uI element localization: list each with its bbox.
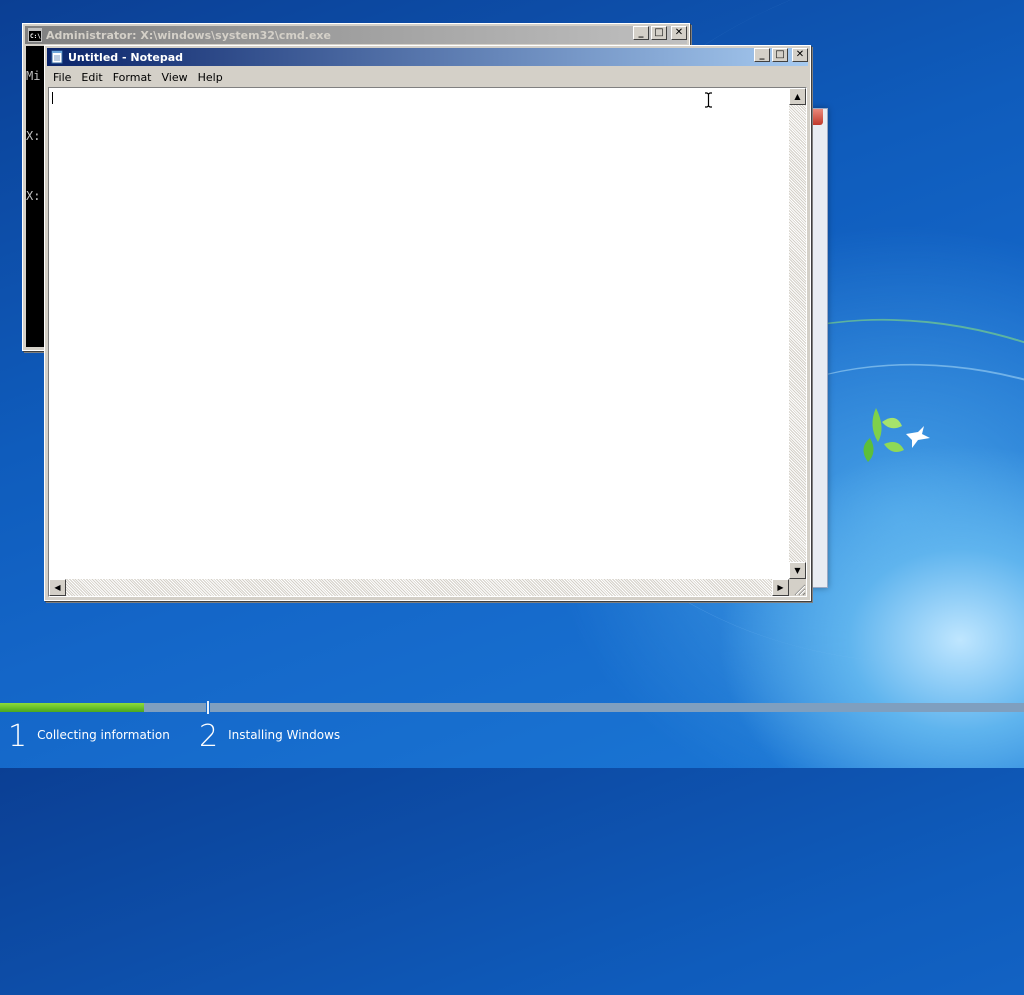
progress-segment-collecting	[0, 703, 206, 712]
horizontal-scrollbar[interactable]: ◀ ▶	[49, 579, 789, 596]
edit-area: ▲ ▼ ◀ ▶	[48, 87, 807, 597]
minimize-icon[interactable]: _	[754, 48, 770, 62]
menu-file[interactable]: File	[48, 71, 76, 84]
scroll-left-icon[interactable]: ◀	[49, 579, 66, 596]
notepad-title-buttons: _ □ ✕	[754, 48, 808, 62]
maximize-icon[interactable]: □	[772, 48, 788, 62]
notepad-window[interactable]: Untitled - Notepad _ □ ✕ File Edit Forma…	[44, 45, 811, 601]
setup-step-1: 1 Collecting information	[8, 722, 170, 752]
menu-edit[interactable]: Edit	[76, 71, 107, 84]
progress-fill	[0, 703, 145, 712]
svg-text:C:\: C:\	[30, 33, 41, 40]
scroll-up-icon[interactable]: ▲	[789, 88, 806, 105]
step-label: Installing Windows	[228, 728, 341, 742]
menu-help[interactable]: Help	[193, 71, 228, 84]
windows-wallpaper-logo-icon	[863, 408, 930, 462]
notepad-title: Untitled - Notepad	[68, 50, 184, 64]
cmd-title: Administrator: X:\windows\system32\cmd.e…	[46, 28, 331, 42]
menu-format[interactable]: Format	[108, 71, 157, 84]
ibeam-cursor-icon	[705, 92, 712, 108]
text-caret	[52, 92, 53, 104]
menu-bar: File Edit Format View Help	[48, 68, 807, 86]
step-label: Collecting information	[37, 728, 170, 742]
cmd-title-buttons: _ □ ✕	[633, 26, 687, 40]
resize-grip-icon[interactable]	[789, 579, 806, 596]
cmd-titlebar[interactable]: C:\ Administrator: X:\windows\system32\c…	[25, 26, 687, 44]
close-icon[interactable]	[809, 109, 823, 125]
notepad-icon	[51, 50, 63, 64]
minimize-icon[interactable]: _	[633, 26, 649, 40]
maximize-icon[interactable]: □	[651, 26, 667, 40]
console-icon: C:\	[28, 28, 42, 42]
menu-view[interactable]: View	[157, 71, 193, 84]
close-icon[interactable]: ✕	[792, 48, 808, 62]
setup-step-2: 2 Installing Windows	[199, 722, 340, 752]
setup-progress-bar	[0, 701, 1024, 714]
scroll-down-icon[interactable]: ▼	[789, 562, 806, 579]
progress-divider	[207, 701, 209, 714]
step-number: 2	[199, 719, 219, 754]
text-editor[interactable]	[49, 88, 789, 579]
notepad-titlebar[interactable]: Untitled - Notepad	[47, 48, 808, 66]
scroll-right-icon[interactable]: ▶	[772, 579, 789, 596]
step-number: 1	[8, 719, 28, 754]
close-icon[interactable]: ✕	[671, 26, 687, 40]
progress-segment-installing	[210, 703, 1024, 712]
vertical-scrollbar[interactable]: ▲ ▼	[789, 88, 806, 579]
